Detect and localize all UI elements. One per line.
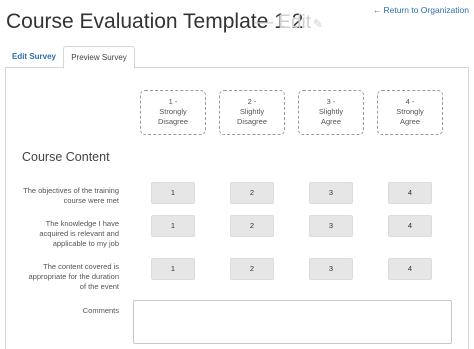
edit-title-label: — Edit <box>254 12 312 33</box>
page-header: Course Evaluation Template 1 2 — Edit ✎ ←… <box>0 0 474 40</box>
question-line: The content covered is <box>43 262 119 271</box>
question-3-rating-3-button[interactable]: 3 <box>309 258 353 280</box>
question-2-rating-3-button[interactable]: 3 <box>309 215 353 237</box>
question-1-rating-1-button[interactable]: 1 <box>151 182 195 204</box>
tab-edit-survey[interactable]: Edit Survey <box>5 46 63 68</box>
question-1-rating-3-button[interactable]: 3 <box>309 182 353 204</box>
question-line: applicable to my job <box>52 239 119 248</box>
question-line: course were met <box>63 196 119 205</box>
question-1-rating-4-button[interactable]: 4 <box>388 182 432 204</box>
question-line: acquired is relevant and <box>39 229 119 238</box>
question-line: The knowledge I have <box>45 219 119 228</box>
scale-header-4: 4 - Strongly Agree <box>377 90 443 135</box>
question-2-rating-4-button[interactable]: 4 <box>388 215 432 237</box>
scale-label-line: Disagree <box>236 117 267 126</box>
question-1-rating-2-button[interactable]: 2 <box>230 182 274 204</box>
question-2-rating-2-button[interactable]: 2 <box>230 215 274 237</box>
scale-label-line: Disagree <box>157 117 188 126</box>
return-to-organization-label: Return to Organization <box>383 5 469 15</box>
scale-label-line: Agree <box>399 117 420 126</box>
section-title: Course Content <box>22 150 110 164</box>
scale-header-3: 3 - Slightly Agree <box>298 90 364 135</box>
edit-title-link[interactable]: — Edit ✎ <box>254 12 323 34</box>
question-line: The objectives of the training <box>23 186 119 195</box>
arrow-left-icon: ← <box>372 5 382 15</box>
scale-number: 3 - <box>326 97 336 106</box>
pencil-icon: ✎ <box>313 17 324 31</box>
scale-label-line: Agree <box>320 117 341 126</box>
scale-label-line: Strongly <box>159 107 187 116</box>
question-3-rating-2-button[interactable]: 2 <box>230 258 274 280</box>
scale-header-1: 1 - Strongly Disagree <box>140 90 206 135</box>
question-2-rating-1-button[interactable]: 1 <box>151 215 195 237</box>
tab-preview-survey[interactable]: Preview Survey <box>63 46 135 69</box>
scale-number: 4 - <box>405 97 415 106</box>
comments-textarea[interactable] <box>133 300 452 344</box>
question-2-text: The knowledge I have acquired is relevan… <box>19 219 119 249</box>
question-3-rating-1-button[interactable]: 1 <box>151 258 195 280</box>
scale-header-2: 2 - Slightly Disagree <box>219 90 285 135</box>
question-1-text: The objectives of the training course we… <box>19 186 119 206</box>
question-3-text: The content covered is appropriate for t… <box>19 262 119 292</box>
scale-label-line: Slightly <box>318 107 344 116</box>
comments-label: Comments <box>82 306 119 315</box>
return-to-organization-link[interactable]: ← Return to Organization <box>373 5 469 15</box>
survey-tabs: Edit Survey Preview Survey <box>5 46 469 69</box>
scale-label-line: Strongly <box>396 107 424 116</box>
question-line: appropriate for the duration <box>28 272 119 281</box>
scale-label-line: Slightly <box>239 107 265 116</box>
scale-number: 1 - <box>168 97 178 106</box>
question-3-rating-4-button[interactable]: 4 <box>388 258 432 280</box>
question-line: of the event <box>79 282 119 291</box>
scale-number: 2 - <box>247 97 257 106</box>
